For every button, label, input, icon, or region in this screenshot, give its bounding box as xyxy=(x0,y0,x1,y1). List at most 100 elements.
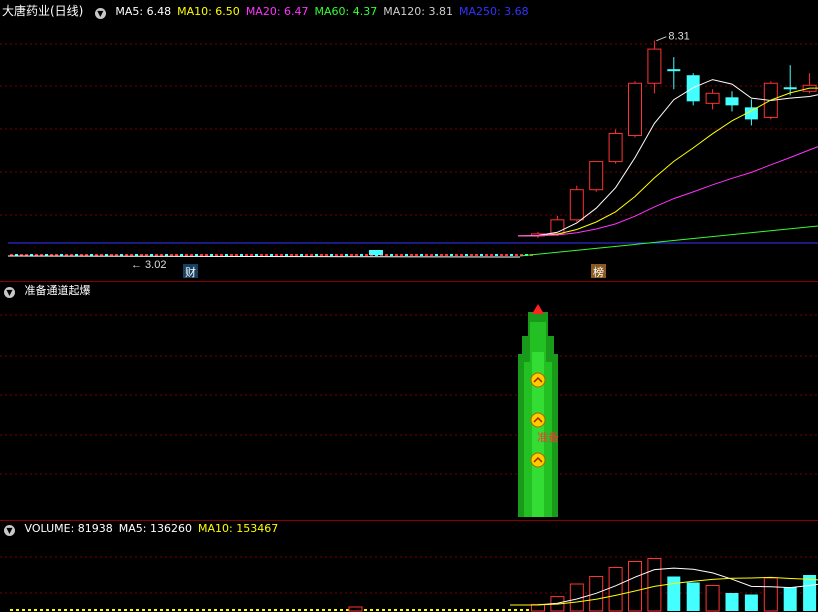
history-candle xyxy=(330,254,333,256)
history-volume-bar xyxy=(178,609,181,611)
history-candle xyxy=(120,254,123,256)
candle-body xyxy=(725,97,739,106)
history-volume-bar xyxy=(310,609,313,611)
history-volume-bar xyxy=(64,609,67,611)
history-volume-bar xyxy=(16,609,19,611)
history-volume-bar xyxy=(70,609,73,611)
ma60-line xyxy=(519,225,818,257)
history-volume-bar xyxy=(142,609,145,611)
history-candle xyxy=(340,254,343,256)
history-volume-bar xyxy=(130,609,133,611)
history-candle xyxy=(250,254,253,256)
volume-toggle-icon[interactable]: ▼ xyxy=(4,525,15,536)
history-candle xyxy=(360,254,363,256)
history-candle xyxy=(295,254,298,256)
label-1: MA5: 136260 xyxy=(118,522,192,535)
history-volume-bar xyxy=(430,609,433,611)
history-candle xyxy=(155,254,158,256)
history-candle xyxy=(500,254,503,256)
history-candle xyxy=(270,254,273,256)
history-volume-bar xyxy=(348,606,363,612)
volume-bar xyxy=(628,561,642,612)
volume-label-group: VOLUME: 81938 MA5: 136260 MA10: 153467 xyxy=(25,522,285,535)
history-volume-bar xyxy=(46,609,49,611)
history-candle xyxy=(255,254,258,256)
history-volume-bar xyxy=(256,609,259,611)
history-volume-bar xyxy=(136,609,139,611)
history-candle xyxy=(185,254,188,256)
history-volume-bar xyxy=(232,609,235,611)
history-volume-bar xyxy=(196,609,199,611)
history-volume-bar xyxy=(370,609,373,611)
history-candle xyxy=(305,254,308,256)
history-volume-bar xyxy=(100,609,103,611)
rank-badge-label: 榜 xyxy=(593,265,604,279)
history-candle xyxy=(205,254,208,256)
history-volume-bar xyxy=(526,609,529,611)
high-marker-label: 8.31 xyxy=(668,31,689,43)
history-candle xyxy=(390,254,393,256)
history-candle xyxy=(455,254,458,256)
indicator-toggle-icon[interactable]: ▼ xyxy=(4,287,15,298)
history-candle xyxy=(180,254,183,256)
history-candle xyxy=(300,254,303,256)
history-candle xyxy=(265,254,268,256)
history-volume-bar xyxy=(22,609,25,611)
history-volume-bar xyxy=(40,609,43,611)
history-volume-bar xyxy=(58,609,61,611)
finance-badge-label: 财 xyxy=(185,265,196,279)
history-candle xyxy=(260,254,263,256)
history-volume-bar xyxy=(274,609,277,611)
history-candle xyxy=(355,254,358,256)
history-volume-bar xyxy=(340,609,343,611)
volume-bar xyxy=(803,575,817,611)
history-volume-bar xyxy=(226,609,229,611)
history-candle xyxy=(475,254,478,256)
volume-bar xyxy=(783,587,797,611)
history-volume-bar xyxy=(220,609,223,611)
history-volume-bar xyxy=(10,609,13,611)
history-candle xyxy=(465,254,468,256)
settings-toggle-icon[interactable]: ▼ xyxy=(94,8,106,19)
history-candle xyxy=(435,254,438,256)
history-candle xyxy=(145,254,148,256)
history-candle xyxy=(115,254,118,256)
volume-bar xyxy=(647,558,662,612)
history-candle xyxy=(130,254,133,256)
history-candle xyxy=(320,254,323,256)
history-candle xyxy=(175,254,178,256)
history-candle xyxy=(365,254,368,256)
history-candle xyxy=(285,254,288,256)
history-volume-bar xyxy=(502,609,505,611)
history-candle xyxy=(310,254,313,256)
volume-legend: ▼ VOLUME: 81938 MA5: 136260 MA10: 153467 xyxy=(2,520,290,538)
history-volume-bar xyxy=(160,609,163,611)
candle-body xyxy=(569,189,584,221)
history-volume-bar xyxy=(364,609,367,611)
label-2: MA20: 6.47 xyxy=(245,5,309,18)
volume-bar xyxy=(744,594,758,611)
history-candle xyxy=(400,254,403,256)
history-volume-bar xyxy=(520,609,523,611)
history-volume-bar xyxy=(154,609,157,611)
candle-body xyxy=(628,82,642,136)
history-volume-bar xyxy=(454,609,457,611)
history-candle xyxy=(490,254,493,256)
indicator-chart: 准备 xyxy=(0,304,818,517)
history-candle xyxy=(235,254,238,256)
history-volume-bar xyxy=(304,609,307,611)
indicator-title: 准备通道起爆 xyxy=(24,284,91,297)
history-candle xyxy=(210,254,213,256)
history-volume-bar xyxy=(334,609,337,611)
history-volume-bar xyxy=(34,609,37,611)
label-4: MA120: 3.81 xyxy=(383,5,453,18)
history-candle xyxy=(515,254,518,256)
history-volume-bar xyxy=(190,609,193,611)
history-candle xyxy=(335,254,338,256)
history-candle xyxy=(495,254,498,256)
volume-bar xyxy=(705,585,720,612)
volume-bar xyxy=(608,567,623,612)
label-5: MA250: 3.68 xyxy=(458,5,529,18)
history-volume-bar xyxy=(394,609,397,611)
candle-body xyxy=(705,92,720,104)
